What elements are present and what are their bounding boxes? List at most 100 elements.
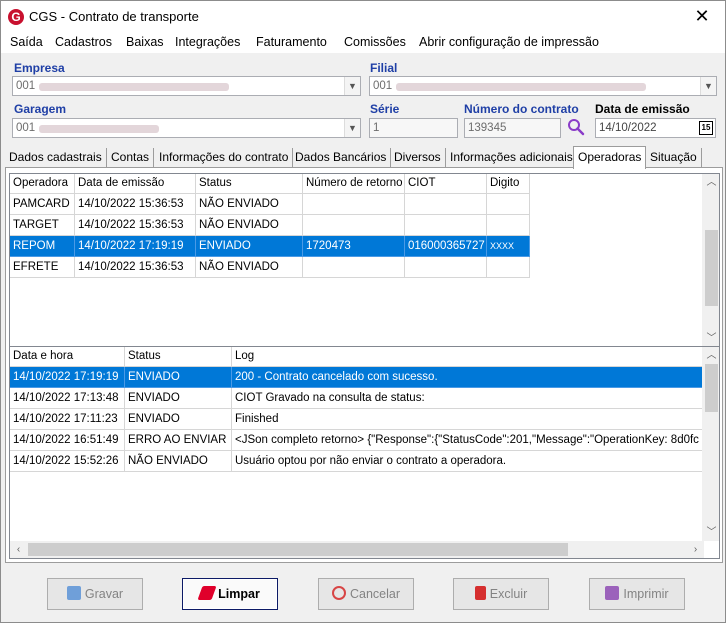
cell-ciot: 016000365727 bbox=[405, 236, 487, 257]
menu-faturamento[interactable]: Faturamento bbox=[256, 35, 327, 49]
empresa-combo[interactable]: 001 ▼ bbox=[12, 76, 361, 96]
menu-abrir-config-impressao[interactable]: Abrir configuração de impressão bbox=[419, 35, 599, 49]
data-emissao-field[interactable]: 14/10/2022 15 bbox=[595, 118, 716, 138]
tab-contas[interactable]: Contas bbox=[107, 148, 155, 168]
log-row-selected[interactable]: 14/10/2022 17:19:19 ENVIADO 200 - Contra… bbox=[10, 367, 704, 388]
scroll-up-icon[interactable]: ︿ bbox=[703, 174, 719, 191]
calendar-icon[interactable]: 15 bbox=[699, 121, 713, 135]
save-icon bbox=[66, 586, 81, 600]
eraser-icon bbox=[197, 586, 217, 600]
cell-data-emissao: 14/10/2022 15:36:53 bbox=[75, 257, 196, 278]
filial-combo[interactable]: 001 ▼ bbox=[369, 76, 717, 96]
cell-ciot bbox=[405, 194, 487, 215]
tab-operadoras[interactable]: Operadoras bbox=[573, 146, 647, 169]
log-row[interactable]: 14/10/2022 17:13:48 ENVIADO CIOT Gravado… bbox=[10, 388, 704, 409]
cell-data-hora: 14/10/2022 16:51:49 bbox=[10, 430, 125, 451]
col-operadora[interactable]: Operadora bbox=[10, 174, 75, 194]
cell-digito bbox=[487, 215, 530, 236]
button-bar: Gravar Limpar Cancelar Excluir Imprimir bbox=[1, 564, 725, 622]
col-data-emissao[interactable]: Data de emissão bbox=[75, 174, 196, 194]
log-hscroll[interactable]: ‹ › bbox=[10, 541, 704, 558]
garagem-combo[interactable]: 001 ▼ bbox=[12, 118, 361, 138]
tab-informacoes-adicionais[interactable]: Informações adicionais bbox=[446, 148, 578, 168]
filial-redacted bbox=[396, 83, 646, 91]
cell-data-emissao: 14/10/2022 17:19:19 bbox=[75, 236, 196, 257]
cell-data-hora: 14/10/2022 15:52:26 bbox=[10, 451, 125, 472]
serie-label: Série bbox=[370, 102, 400, 116]
serie-value: 1 bbox=[373, 122, 380, 134]
tab-informacoes-contrato[interactable]: Informações do contrato bbox=[155, 148, 294, 168]
scroll-left-icon[interactable]: ‹ bbox=[10, 541, 27, 558]
app-logo-icon: G bbox=[8, 9, 24, 25]
tab-strip: Dados cadastrais Contas Informações do c… bbox=[5, 146, 721, 169]
scroll-down-icon[interactable]: ﹀ bbox=[703, 330, 719, 347]
menu-integracoes[interactable]: Integrações bbox=[175, 35, 240, 49]
log-row[interactable]: 14/10/2022 16:51:49 ERRO AO ENVIAR <JSon… bbox=[10, 430, 704, 451]
scroll-right-icon[interactable]: › bbox=[687, 541, 704, 558]
limpar-label: Limpar bbox=[218, 587, 260, 601]
cell-log-status: ENVIADO bbox=[125, 388, 232, 409]
col-digito[interactable]: Digito bbox=[487, 174, 530, 194]
scroll-up-icon[interactable]: ︿ bbox=[703, 347, 719, 364]
scroll-down-icon[interactable]: ﹀ bbox=[703, 524, 719, 541]
cell-ciot bbox=[405, 215, 487, 236]
col-log-status[interactable]: Status bbox=[125, 347, 232, 367]
empresa-redacted bbox=[39, 83, 229, 91]
cell-log: CIOT Gravado na consulta de status: bbox=[232, 388, 704, 409]
col-status[interactable]: Status bbox=[196, 174, 303, 194]
tab-situacao[interactable]: Situação bbox=[646, 148, 702, 168]
chevron-down-icon[interactable]: ▼ bbox=[344, 119, 360, 137]
numero-contrato-label: Número do contrato bbox=[464, 102, 579, 116]
cancelar-button[interactable]: Cancelar bbox=[318, 578, 414, 610]
chevron-down-icon[interactable]: ▼ bbox=[700, 77, 716, 95]
operadoras-panel: Operadora Data de emissão Status Número … bbox=[5, 167, 723, 563]
operadoras-grid[interactable]: Operadora Data de emissão Status Número … bbox=[9, 173, 720, 348]
menu-baixas[interactable]: Baixas bbox=[126, 35, 164, 49]
imprimir-button[interactable]: Imprimir bbox=[589, 578, 685, 610]
data-emissao-label: Data de emissão bbox=[595, 102, 690, 116]
contrato-window: G CGS - Contrato de transporte ✕ Saída C… bbox=[0, 0, 726, 623]
garagem-redacted bbox=[39, 125, 159, 133]
cell-ciot bbox=[405, 257, 487, 278]
log-row[interactable]: 14/10/2022 15:52:26 NÃO ENVIADO Usuário … bbox=[10, 451, 704, 472]
serie-field[interactable]: 1 bbox=[369, 118, 458, 138]
log-vscroll[interactable]: ︿ ﹀ bbox=[702, 347, 719, 541]
col-log[interactable]: Log bbox=[232, 347, 704, 367]
cell-status: NÃO ENVIADO bbox=[196, 215, 303, 236]
log-grid[interactable]: Data e hora Status Log 14/10/2022 17:19:… bbox=[9, 346, 720, 559]
col-data-hora[interactable]: Data e hora bbox=[10, 347, 125, 367]
tab-dados-cadastrais[interactable]: Dados cadastrais bbox=[5, 148, 107, 168]
empresa-value: 001 bbox=[16, 80, 36, 92]
tab-diversos[interactable]: Diversos bbox=[390, 148, 446, 168]
numero-contrato-field[interactable]: 139345 bbox=[464, 118, 561, 138]
menu-saida[interactable]: Saída bbox=[10, 35, 43, 49]
cell-data-hora: 14/10/2022 17:11:23 bbox=[10, 409, 125, 430]
cancel-icon bbox=[331, 586, 346, 600]
chevron-down-icon[interactable]: ▼ bbox=[344, 77, 360, 95]
menu-comissoes[interactable]: Comissões bbox=[344, 35, 406, 49]
scroll-thumb[interactable] bbox=[705, 230, 718, 306]
printer-icon bbox=[605, 586, 620, 600]
log-row[interactable]: 14/10/2022 17:11:23 ENVIADO Finished bbox=[10, 409, 704, 430]
menu-cadastros[interactable]: Cadastros bbox=[55, 35, 112, 49]
scroll-thumb[interactable] bbox=[28, 543, 568, 556]
cell-log: 200 - Contrato cancelado com sucesso. bbox=[232, 367, 704, 388]
tab-dados-bancarios[interactable]: Dados Bancários bbox=[291, 148, 392, 168]
limpar-button[interactable]: Limpar bbox=[182, 578, 278, 610]
filial-label: Filial bbox=[370, 61, 398, 75]
cell-data-hora: 14/10/2022 17:13:48 bbox=[10, 388, 125, 409]
scroll-thumb[interactable] bbox=[705, 364, 718, 412]
cell-numero-retorno bbox=[303, 257, 405, 278]
empresa-label: Empresa bbox=[14, 61, 65, 75]
cell-operadora: EFRETE bbox=[10, 257, 75, 278]
gravar-button[interactable]: Gravar bbox=[47, 578, 143, 610]
search-icon[interactable] bbox=[567, 118, 585, 136]
imprimir-label: Imprimir bbox=[623, 587, 669, 601]
close-button[interactable]: ✕ bbox=[679, 1, 725, 31]
excluir-button[interactable]: Excluir bbox=[453, 578, 549, 610]
col-numero-retorno[interactable]: Número de retorno bbox=[303, 174, 405, 194]
col-ciot[interactable]: CIOT bbox=[405, 174, 487, 194]
operadoras-vscroll[interactable]: ︿ ﹀ bbox=[702, 174, 719, 347]
cell-operadora: PAMCARD bbox=[10, 194, 75, 215]
gravar-label: Gravar bbox=[84, 587, 124, 601]
